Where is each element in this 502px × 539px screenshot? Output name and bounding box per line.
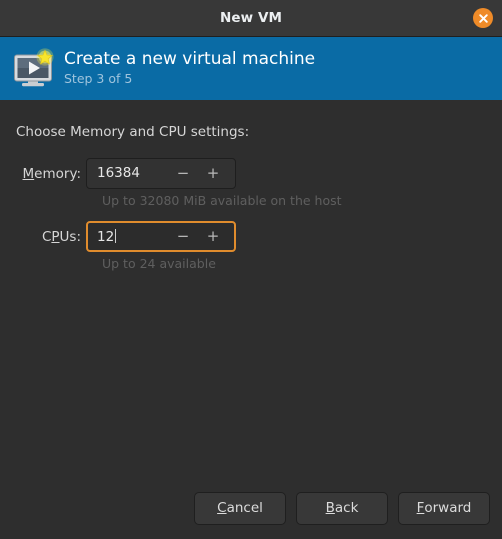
forward-button-mnemonic: F <box>416 500 425 516</box>
memory-label-mnemonic: M <box>22 165 35 182</box>
memory-input[interactable]: 16384 <box>97 166 170 181</box>
cpus-input-wrap[interactable]: 12 <box>97 228 170 245</box>
memory-minus-icon[interactable]: − <box>170 166 196 181</box>
cpus-label: CPUs: <box>16 229 86 245</box>
memory-label: Memory: <box>16 166 86 182</box>
cpus-label-mnemonic: P <box>51 228 60 245</box>
memory-spinbox[interactable]: 16384 − + <box>86 158 236 189</box>
banner-title: Create a new virtual machine <box>64 48 316 69</box>
cancel-button-label: ancel <box>226 500 263 516</box>
back-button-label: ack <box>334 500 359 516</box>
memory-plus-icon[interactable]: + <box>200 166 226 181</box>
cpus-row: CPUs: 12 − + <box>16 221 486 252</box>
titlebar: New VM <box>0 0 502 37</box>
new-vm-dialog: New VM Create a new virtual machine Step… <box>0 0 502 539</box>
cpus-label-prefix: C <box>41 228 52 245</box>
cpus-input[interactable]: 12 <box>97 229 114 245</box>
virtual-machine-new-icon <box>10 46 56 92</box>
close-icon[interactable] <box>473 8 493 28</box>
memory-row: Memory: 16384 − + <box>16 158 486 189</box>
banner-text: Create a new virtual machine Step 3 of 5 <box>64 48 316 88</box>
cpus-hint: Up to 24 available <box>102 256 216 271</box>
forward-button-label: orward <box>424 500 472 516</box>
cancel-button[interactable]: Cancel <box>194 491 286 525</box>
settings-prompt: Choose Memory and CPU settings: <box>16 124 250 140</box>
dialog-footer: Cancel Back Forward <box>0 487 502 539</box>
wizard-header-banner: Create a new virtual machine Step 3 of 5 <box>0 37 502 100</box>
cpus-plus-icon[interactable]: + <box>200 229 226 244</box>
cpus-minus-icon[interactable]: − <box>170 229 196 244</box>
cpus-label-suffix: Us: <box>59 228 81 245</box>
dialog-content: Choose Memory and CPU settings: Memory: … <box>0 100 502 487</box>
banner-subtitle: Step 3 of 5 <box>64 71 133 87</box>
text-cursor <box>115 228 117 243</box>
cancel-button-mnemonic: C <box>217 500 227 516</box>
forward-button[interactable]: Forward <box>398 491 490 525</box>
cpus-spinbox[interactable]: 12 − + <box>86 221 236 252</box>
memory-hint: Up to 32080 MiB available on the host <box>102 193 342 208</box>
settings-form: Memory: 16384 − + Up to 32080 MiB availa… <box>16 158 486 271</box>
form-row-spacer <box>16 208 486 221</box>
back-button[interactable]: Back <box>296 491 388 525</box>
memory-label-suffix: emory: <box>34 165 81 182</box>
back-button-mnemonic: B <box>325 500 335 516</box>
window-title: New VM <box>219 10 283 26</box>
